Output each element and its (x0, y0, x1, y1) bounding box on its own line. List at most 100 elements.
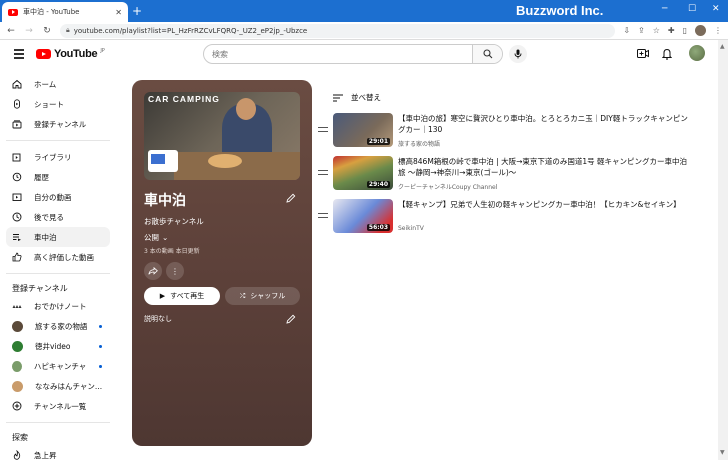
scroll-down-icon[interactable]: ▼ (720, 449, 725, 456)
drag-handle-icon[interactable] (318, 170, 328, 178)
new-tab-icon[interactable]: + (132, 4, 142, 18)
sidebar-item-playlist[interactable]: 車中泊 (6, 227, 110, 247)
sidebar-item-label: ショート (34, 99, 64, 109)
play-all-button[interactable]: ▶ すべて再生 (144, 287, 220, 305)
sidebar-item-home[interactable]: ホーム (6, 74, 110, 94)
subscription-label: ハピキャンチャ... (33, 361, 87, 371)
playlist-video-row[interactable]: 29:01 【車中泊の旅】寒空に贅沢ひとり車中泊。とろとろカニ玉｜DIY軽トラッ… (316, 113, 696, 151)
video-thumbnail[interactable]: 56:03 (333, 199, 393, 233)
playlist-owner[interactable]: お散歩チャンネル (144, 216, 204, 227)
sidebar-item-all-channels[interactable]: チャンネル一覧 (6, 396, 110, 416)
maximize-icon[interactable]: ☐ (688, 4, 696, 14)
subscriptions-heading: 登録チャンネル (12, 283, 68, 293)
playlist-video-row[interactable]: 56:03 【軽キャンプ】兄弟で人生初の軽キャンピングカー車中泊！【ヒカキン&セ… (316, 199, 696, 237)
video-title[interactable]: 【車中泊の旅】寒空に贅沢ひとり車中泊。とろとろカニ玉｜DIY軽トラックキャンピン… (398, 113, 694, 135)
shuffle-button[interactable]: ⤮ シャッフル (225, 287, 300, 305)
subscription-item[interactable]: 旅する家の物語 (6, 316, 110, 336)
logo-text: YouTube (54, 48, 98, 60)
extensions-icon[interactable]: ✚ (668, 26, 675, 35)
account-avatar[interactable] (689, 45, 705, 61)
sidebar-item-label: 車中泊 (34, 232, 57, 242)
browser-tab[interactable]: 車中泊 - YouTube ✕ (2, 2, 128, 22)
playlist-video-row[interactable]: 29:40 標高846M箱根の峠で車中泊 | 大阪→東京下道のみ国道1号 軽キャ… (316, 156, 696, 194)
share-icon[interactable]: ⇪ (638, 26, 645, 35)
subscriptions-icon (12, 120, 22, 129)
video-title[interactable]: 標高846M箱根の峠で車中泊 | 大阪→東京下道のみ国道1号 軽キャンピングカー… (398, 156, 694, 178)
subscription-item[interactable]: ななみはんチャン... (6, 376, 110, 396)
back-icon[interactable]: ← (6, 26, 16, 36)
edit-description-pencil-icon[interactable] (285, 313, 297, 325)
history-icon (12, 172, 22, 182)
scroll-up-icon[interactable]: ▲ (720, 43, 725, 50)
playlist-cover-image[interactable]: CAR CAMPING (144, 92, 300, 180)
new-content-dot (99, 324, 103, 328)
video-channel[interactable]: 旅する家の物語 (398, 139, 440, 148)
trending-icon (13, 450, 21, 460)
sidepanel-icon[interactable]: ▯ (683, 26, 687, 35)
sidebar-item-shorts[interactable]: ショート (6, 94, 110, 114)
chevron-down-icon: ⌄ (162, 233, 169, 242)
video-thumbnail[interactable]: 29:40 (333, 156, 393, 190)
channel-avatar: ▴▴▴ (12, 302, 22, 310)
watch-later-icon (12, 212, 22, 222)
explore-heading: 探索 (12, 432, 28, 442)
sidebar-item-subscriptions[interactable]: 登録チャンネル (6, 114, 110, 134)
video-duration: 56:03 (366, 224, 390, 231)
sidebar-item-library[interactable]: ライブラリ (6, 147, 110, 167)
sidebar-item-trending[interactable]: 急上昇 (6, 445, 110, 465)
sidebar-divider (6, 273, 110, 274)
visibility-select[interactable]: 公開 ⌄ (144, 232, 168, 243)
subscription-item[interactable]: 徳井video (6, 336, 110, 356)
drag-handle-icon[interactable] (318, 213, 328, 221)
youtube-favicon-icon (8, 8, 18, 16)
video-thumbnail[interactable]: 29:01 (333, 113, 393, 147)
video-title[interactable]: 【軽キャンプ】兄弟で人生初の軽キャンピングカー車中泊！【ヒカキン&セイキン】 (398, 199, 694, 210)
sidebar-item-your-videos[interactable]: 自分の動画 (6, 187, 110, 207)
playlist-icon (13, 234, 21, 241)
subscription-item[interactable]: ハピキャンチャ... (6, 356, 110, 376)
reload-icon[interactable]: ↻ (42, 26, 52, 36)
share-playlist-button[interactable] (144, 262, 162, 280)
search-button[interactable] (472, 45, 502, 63)
channel-avatar (12, 320, 23, 332)
youtube-logo[interactable]: YouTube JP (36, 48, 105, 60)
create-video-icon[interactable] (637, 48, 649, 59)
video-channel[interactable]: クーピーチャンネルCoupy Channel (398, 182, 497, 191)
sort-button[interactable]: 並べ替え (333, 92, 381, 103)
voice-search-button[interactable] (509, 45, 527, 63)
url-field[interactable]: 🔒︎ youtube.com/playlist?list=PL_HzFrRZCv… (60, 23, 616, 38)
search-input[interactable] (204, 45, 472, 63)
library-icon (12, 153, 21, 162)
sidebar-item-history[interactable]: 履歴 (6, 167, 110, 187)
profile-avatar[interactable] (695, 25, 706, 36)
video-duration: 29:01 (366, 138, 390, 145)
sidebar-item-label: ライブラリ (34, 152, 72, 162)
menu-dots-icon[interactable]: ⋮ (714, 26, 722, 35)
forward-icon[interactable]: → (24, 26, 34, 36)
install-icon[interactable]: ⇩ (623, 26, 630, 35)
close-window-icon[interactable]: ✕ (712, 4, 720, 14)
youtube-play-icon (36, 49, 51, 59)
page-scrollbar[interactable] (718, 40, 728, 460)
playlist-header-panel: CAR CAMPING 車中泊 お散歩チャンネル 公開 ⌄ 3 本の動画 本日更… (132, 80, 312, 446)
minimize-icon[interactable]: ─ (662, 4, 667, 14)
notifications-bell-icon[interactable] (662, 48, 672, 60)
address-bar: ← → ↻ 🔒︎ youtube.com/playlist?list=PL_Hz… (0, 22, 728, 40)
subscription-item[interactable]: ▴▴▴ おでかけノート (6, 296, 110, 316)
edit-title-pencil-icon[interactable] (285, 192, 297, 204)
sidebar-item-watch-later[interactable]: 後で見る (6, 207, 110, 227)
tab-close-icon[interactable]: ✕ (115, 8, 122, 17)
shorts-icon (14, 99, 20, 109)
like-icon (12, 252, 22, 262)
play-all-label: すべて再生 (170, 292, 205, 300)
sidebar-item-label: 急上昇 (34, 450, 57, 460)
bookmark-star-icon[interactable]: ☆ (653, 26, 660, 35)
sidebar-item-liked[interactable]: 高く評価した動画 (6, 247, 110, 267)
playlist-title: 車中泊 (144, 193, 186, 209)
video-channel[interactable]: SeikinTV (398, 225, 424, 232)
hamburger-menu-icon[interactable] (14, 49, 24, 61)
sidebar-item-label: チャンネル一覧 (34, 401, 87, 411)
browser-titlebar: 車中泊 - YouTube ✕ + Buzzword Inc. ─ ☐ ✕ (0, 0, 728, 22)
more-options-button[interactable]: ⋮ (166, 262, 184, 280)
drag-handle-icon[interactable] (318, 127, 328, 135)
